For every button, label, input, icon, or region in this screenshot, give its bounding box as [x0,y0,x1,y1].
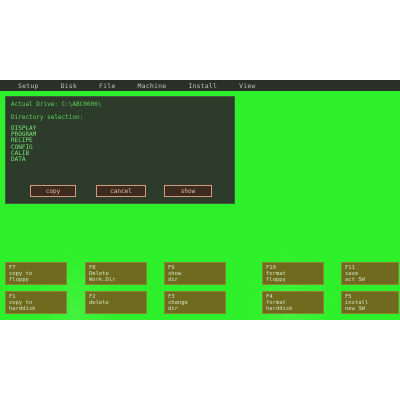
directory-list: DISPLAY PROGRAM RECIPE CONFIG CALIB DATA [11,125,36,163]
fkey-text: Work.Dir [89,277,116,283]
copy-button[interactable]: copy [30,185,76,197]
fkey-f1-copy-to-harddisk[interactable]: F1 copy to harddisk [5,291,67,314]
menu-bar: Setup Disk File Machine Install View [0,80,400,91]
directory-dialog: Actual Drive: C:\ABC0006\ Directory sele… [5,96,235,204]
menu-install[interactable]: Install [188,82,217,90]
show-button[interactable]: show [164,185,212,197]
fkey-text: dir [168,306,178,312]
menu-disk[interactable]: Disk [61,82,77,90]
fkey-f2-delete[interactable]: F2 delete [85,291,147,314]
fkey-text: harddisk [266,306,293,312]
fkey-f9-show-dir[interactable]: F9 show dir [164,262,226,285]
menu-file[interactable]: File [99,82,115,90]
fkey-text: delete [89,300,109,306]
fkey-text: new SW [345,306,365,312]
fkey-text: dir [168,277,178,283]
fkey-f7-copy-to-floppy[interactable]: F7 copy to floppy [5,262,67,285]
menu-view[interactable]: View [239,82,255,90]
actual-drive-label: Actual Drive: C:\ABC0006\ [11,101,102,108]
directory-selection-label: Directory selection: [11,114,84,121]
menu-setup[interactable]: Setup [18,82,39,90]
fkey-text: floppy [266,277,286,283]
directory-item-data[interactable]: DATA [11,156,36,163]
fkey-text: act SW [345,277,365,283]
fkey-f11-save-act-sw[interactable]: F11 save act SW [341,262,399,285]
cancel-button[interactable]: cancel [96,185,146,197]
monitor-screen: Setup Disk File Machine Install View Act… [0,80,400,320]
menu-machine[interactable]: Machine [138,82,167,90]
fkey-f8-delete-work-dir[interactable]: F8 Delete Work.Dir [85,262,147,285]
fkey-text: floppy [9,277,29,283]
fkey-f10-format-floppy[interactable]: F10 format floppy [262,262,324,285]
fkey-f5-install-new-sw[interactable]: F5 install new SW [341,291,399,314]
fkey-text: harddisk [9,306,36,312]
fkey-f3-change-dir[interactable]: F3 change dir [164,291,226,314]
fkey-f4-format-harddisk[interactable]: F4 format harddisk [262,291,324,314]
